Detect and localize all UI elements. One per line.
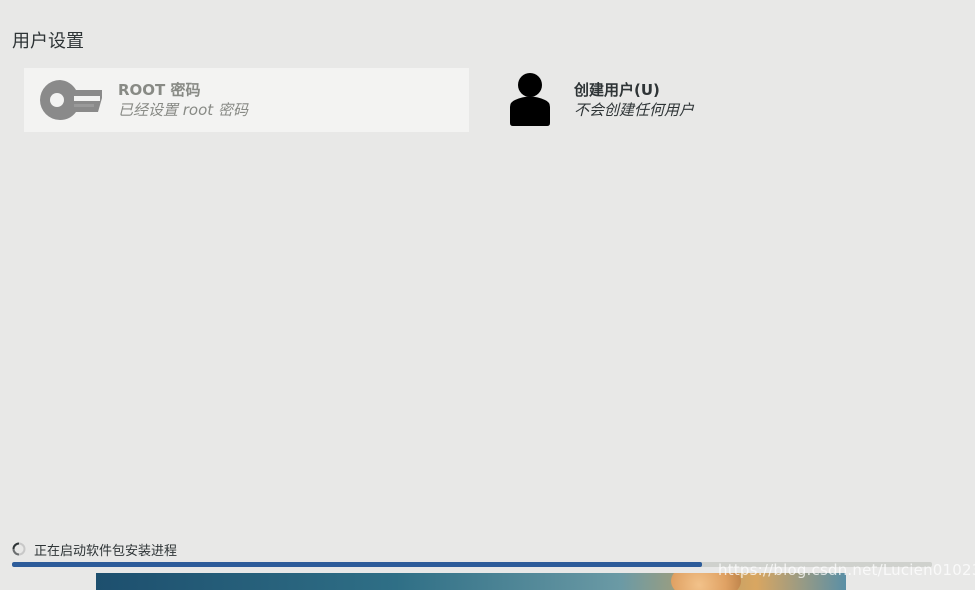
key-icon bbox=[24, 68, 118, 132]
root-password-title: ROOT 密码 bbox=[118, 81, 201, 99]
watermark-text: https://blog.csdn.net/Lucien010230 bbox=[718, 561, 975, 579]
page-title: 用户设置 bbox=[12, 31, 84, 52]
install-progress: 正在启动软件包安装进程 bbox=[12, 540, 932, 567]
create-user-spoke[interactable]: 创建用户(U) 不会创建任何用户 bbox=[486, 68, 786, 132]
progress-bar-fill bbox=[12, 562, 702, 567]
spinner-icon bbox=[12, 542, 26, 556]
create-user-title: 创建用户(U) bbox=[574, 81, 660, 99]
progress-status-text: 正在启动软件包安装进程 bbox=[34, 543, 178, 559]
create-user-status: 不会创建任何用户 bbox=[574, 101, 695, 119]
user-icon bbox=[486, 68, 574, 132]
root-password-status: 已经设置 root 密码 bbox=[118, 101, 248, 119]
root-password-spoke[interactable]: ROOT 密码 已经设置 root 密码 bbox=[24, 68, 469, 132]
